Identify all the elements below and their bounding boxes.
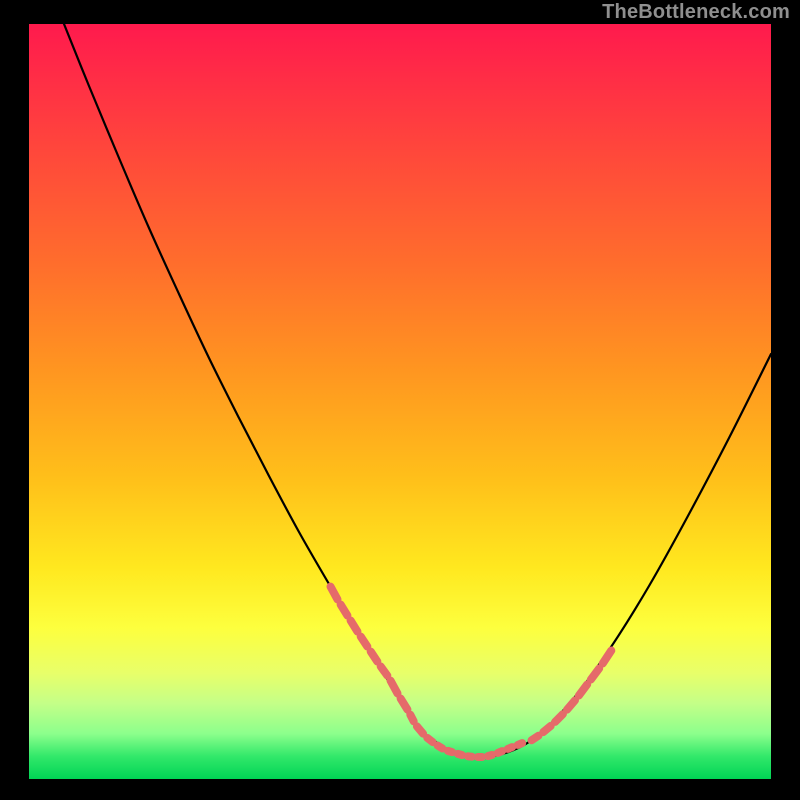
chart-gradient-background	[29, 24, 771, 779]
chart-frame	[29, 24, 771, 779]
watermark-text: TheBottleneck.com	[602, 1, 790, 24]
